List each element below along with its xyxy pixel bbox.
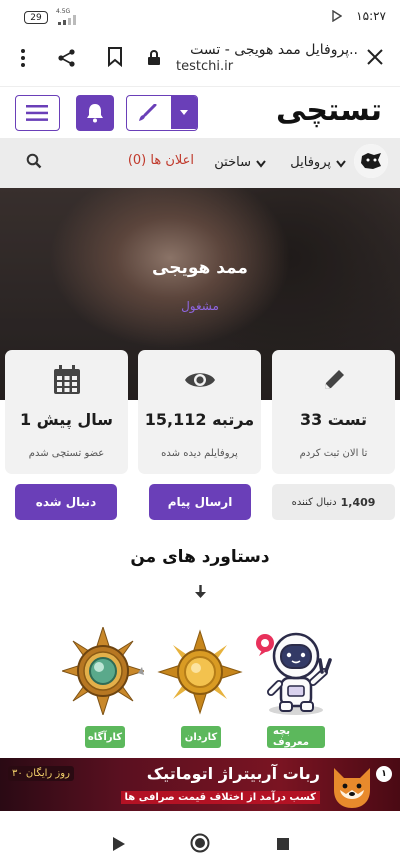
shiba-inu-icon [328,760,376,811]
profile-name: ممد هویجی [152,258,248,278]
stat-card-views: 15,112 مرتبه پروفایلم دیده شده [138,350,261,474]
signal-icon [58,14,78,28]
nav-profile-label: پروفایل [290,155,331,170]
achievement-label-detective: کارآگاه [85,726,125,748]
pencil-icon [272,360,395,400]
ad-banner[interactable]: ۱ ربات آربیتراژ اتوماتیک کسب درآمد از اخ… [0,758,400,811]
menu-icon [26,105,48,125]
astronaut-icon [254,626,336,724]
status-bar: ۱۵:۲۷ 29 4.5G [0,0,400,34]
stat-card-membership: 1 سال پیش عضو تستچی شدم [5,350,128,474]
notifications-bell-button[interactable] [76,95,114,131]
achievement-label-famous: بچه معروف [267,726,325,748]
browser-toolbar: پروفایل ممد هویجی - تست.. testchi.ir [0,34,400,86]
site-logo[interactable]: تستچی [276,93,383,128]
calendar-icon [5,360,128,400]
play-store-icon [332,9,343,25]
gold-medal-icon [157,629,243,719]
eye-icon [138,360,261,400]
following-button[interactable]: دنبال شده [15,484,117,520]
page-title: پروفایل ممد هویجی - تست.. [190,42,358,58]
bookmark-icon[interactable] [107,47,123,71]
ad-headline: ربات آربیتراژ اتوماتیک [146,764,320,783]
nav-item-profile[interactable]: پروفایل [290,153,346,172]
lock-icon[interactable] [147,50,161,70]
ad-trial-label: ۳۰ روز رایگان [8,766,74,781]
stat-membership-caption: عضو تستچی شدم [28,448,105,459]
nav-build-label: ساختن [214,155,251,170]
emerald-medal-icon [60,625,146,719]
theme-picker-button[interactable] [126,95,198,131]
stat-views-value: 15,112 مرتبه [144,410,255,429]
followers-count: دنبال کننده 1,409 [272,484,395,520]
profile-status: مشغول [181,299,219,313]
ad-subline: کسب درآمد از اختلاف قیمت صرافی ها [120,791,320,804]
system-nav-bar [0,822,400,867]
chevron-down-icon [171,96,197,129]
followers-label: دنبال کننده [291,496,337,508]
send-message-button[interactable]: ارسال پیام [149,484,251,520]
share-icon[interactable] [57,48,77,72]
arrow-down-icon [194,584,207,603]
more-menu-icon[interactable] [20,48,26,72]
stat-tests-value: 33 تست [299,410,368,429]
followers-number: 1,409 [340,495,376,509]
search-icon[interactable] [26,153,42,173]
chevron-down-icon [336,153,346,172]
recents-square-icon[interactable] [276,836,290,855]
status-time: ۱۵:۲۷ [356,9,386,23]
site-header: تستچی [0,86,400,138]
main-nav: پروفایل ساختن اعلان ها (0) [0,138,400,188]
achievements-title: دستاورد های من [130,547,270,567]
avatar[interactable] [354,144,388,178]
hamburger-menu-button[interactable] [15,95,60,131]
battery-indicator: 29 [24,11,48,24]
nav-item-build[interactable]: ساختن [214,153,266,172]
achievement-label-skilled: کاردان [181,726,221,748]
nav-item-notifications[interactable]: اعلان ها (0) [128,153,194,168]
stat-tests-caption: تا الان ثبت کردم [299,448,368,459]
bell-icon [86,103,104,127]
brush-icon [137,103,157,126]
stat-membership-value: 1 سال پیش [19,410,114,429]
chevron-down-icon [256,153,266,172]
home-circle-icon[interactable] [190,833,210,857]
close-icon[interactable] [366,48,384,70]
stat-views-caption: پروفایلم دیده شده [161,448,238,459]
stat-card-tests: 33 تست تا الان ثبت کردم [272,350,395,474]
url-domain[interactable]: testchi.ir [176,59,233,74]
ad-badge: ۱ [376,766,392,782]
back-triangle-icon[interactable] [112,836,126,856]
